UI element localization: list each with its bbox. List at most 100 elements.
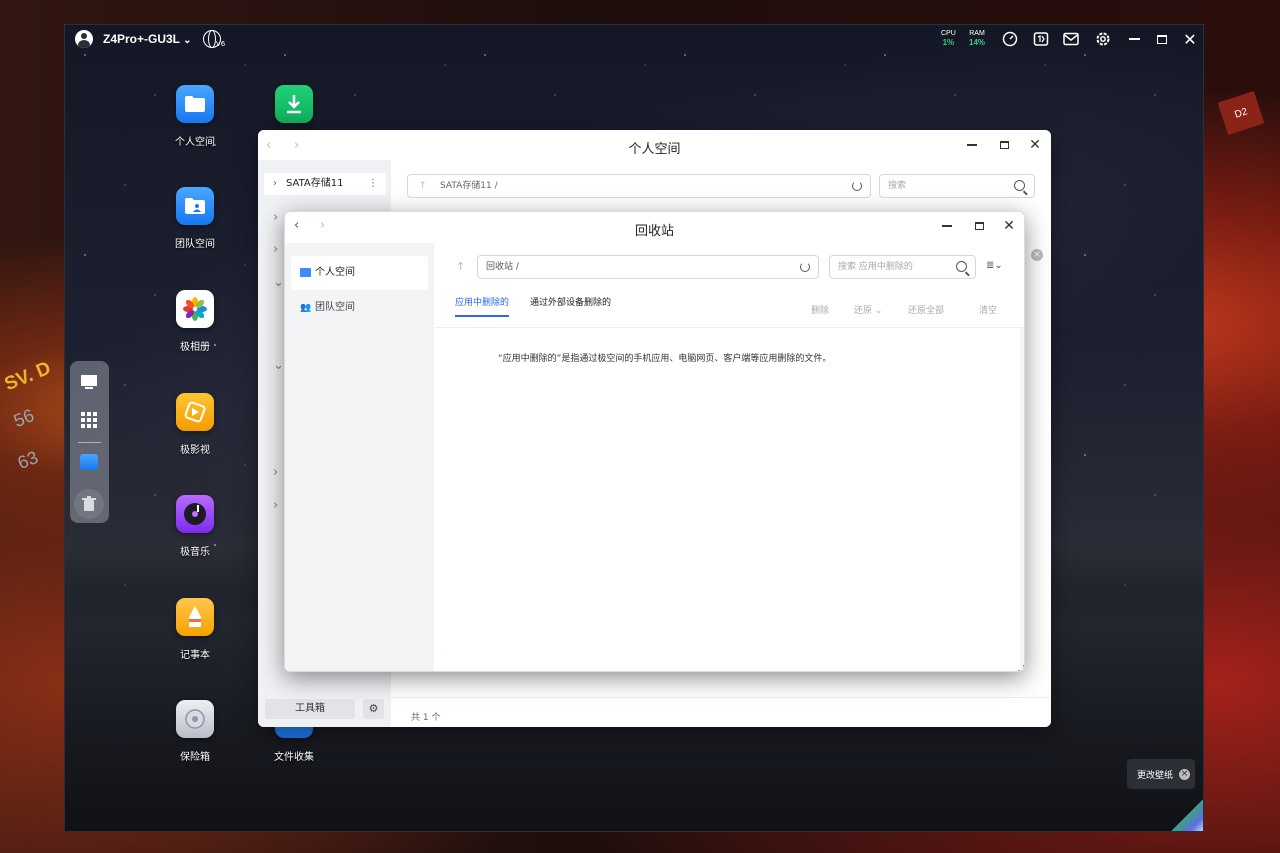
recycle-bin-window: ‹ › 回收站 ✕ 个人空间 👥 团队空间 ↑ 回收站 / 搜索 应用中删除的 … <box>284 211 1025 672</box>
more-icon[interactable]: ⋮ <box>368 173 378 195</box>
folder-icon <box>300 268 311 277</box>
up-arrow-icon[interactable]: ↑ <box>419 175 427 197</box>
path-bar[interactable]: ↑ SATA存储11 / <box>407 174 871 198</box>
gear-icon[interactable] <box>1094 30 1112 48</box>
photos-flower-icon <box>176 290 214 328</box>
search-input[interactable]: 搜索 <box>879 174 1035 198</box>
path-bar[interactable]: 回收站 / <box>477 255 819 279</box>
desktop-icon-team-space[interactable]: 团队空间 <box>155 187 235 250</box>
chevron-right-icon[interactable]: › <box>273 242 278 257</box>
gear-icon: ⚙ <box>368 702 379 715</box>
change-wallpaper-label: 更改壁纸 <box>1137 770 1174 781</box>
chevron-right-icon[interactable]: › <box>273 210 278 225</box>
chevron-right-icon[interactable]: › <box>273 465 278 480</box>
desktop-icon-photos[interactable]: 极相册 <box>155 290 235 353</box>
recycle-sidebar: 个人空间 👥 团队空间 <box>285 243 434 671</box>
apps-grid-icon[interactable] <box>78 409 100 431</box>
ram-stat[interactable]: RAM 14% <box>969 29 985 47</box>
minimize-icon[interactable] <box>962 135 982 155</box>
desktop-icon-label: 团队空间 <box>175 239 215 250</box>
up-arrow-icon[interactable]: ↑ <box>456 260 465 273</box>
settings-button[interactable]: ⚙ <box>363 699 384 719</box>
search-icon[interactable] <box>956 261 967 272</box>
desktop-icon-label: 记事本 <box>180 650 210 661</box>
minimize-icon[interactable] <box>1125 30 1143 48</box>
top-bar: Z4Pro+-GU3L ⌄ V6 CPU 1% RAM 14% ✕ <box>65 25 1203 53</box>
chevron-down-icon[interactable]: ⌄ <box>273 358 284 373</box>
folder-icon[interactable] <box>78 451 100 473</box>
empty-button[interactable]: 清空 <box>979 303 997 316</box>
ram-label: RAM <box>969 30 985 37</box>
desktop-icon-safe[interactable]: 保险箱 <box>155 700 235 763</box>
wallpaper-hud-text: 56 <box>10 405 37 432</box>
refresh-icon[interactable] <box>800 262 810 272</box>
change-wallpaper-tip[interactable]: 更改壁纸 × <box>1127 759 1195 789</box>
wallpaper-page-curl[interactable] <box>1169 797 1203 831</box>
refresh-icon[interactable] <box>852 181 862 191</box>
dock-divider <box>78 442 101 443</box>
search-icon[interactable] <box>1014 180 1025 191</box>
close-tip-icon[interactable]: × <box>1179 768 1191 780</box>
path-text: SATA存储11 / <box>440 181 498 191</box>
close-icon[interactable]: ✕ <box>1181 30 1199 49</box>
desktop-icon-music[interactable]: 极音乐 <box>155 495 235 558</box>
user-avatar[interactable] <box>75 30 93 48</box>
ipv6-label: V6 <box>216 40 226 48</box>
chevron-down-icon[interactable]: ⌄ <box>273 275 284 290</box>
mail-icon[interactable] <box>1062 30 1080 48</box>
desktop-icon-personal-space[interactable]: 个人空间 <box>155 85 235 148</box>
resize-handle-icon[interactable] <box>1018 665 1024 671</box>
item-count: 共 1 个 <box>411 713 441 723</box>
download-icon <box>275 85 313 123</box>
ram-value: 14% <box>969 38 986 47</box>
restore-button[interactable]: 还原 ⌄ <box>854 303 882 316</box>
recycle-main: ↑ 回收站 / 搜索 应用中删除的 ≣⌄ 应用中删除的 通过外部设备删除的 删除… <box>434 243 1024 671</box>
tab-external-deleted[interactable]: 通过外部设备删除的 <box>530 295 611 308</box>
search-input[interactable]: 搜索 应用中删除的 <box>829 255 976 279</box>
sidebar-item-personal-space[interactable]: 个人空间 <box>291 256 428 290</box>
device-name[interactable]: Z4Pro+-GU3L ⌄ <box>103 32 192 46</box>
restore-all-button[interactable]: 还原全部 <box>908 303 944 316</box>
scrollbar-track[interactable] <box>1020 328 1024 671</box>
dashboard-gauge-icon[interactable] <box>1001 30 1019 48</box>
trash-icon[interactable] <box>74 489 104 519</box>
delete-button[interactable]: 删除 <box>811 303 829 316</box>
cpu-label: CPU <box>941 30 956 37</box>
clear-circle-icon[interactable]: × <box>1031 249 1043 261</box>
sidebar-item-team-space[interactable]: 👥 团队空间 <box>291 291 428 325</box>
chevron-down-icon: ⌄ <box>183 35 192 46</box>
tab-app-deleted[interactable]: 应用中删除的 <box>455 295 510 317</box>
empty-description: “应用中删除的”是指通过极空间的手机应用、电脑网页、客户端等应用删除的文件。 <box>498 354 832 364</box>
minimize-icon[interactable] <box>937 216 957 236</box>
desktop-icon-label: 保险箱 <box>180 752 210 763</box>
resource-monitor-icon[interactable] <box>1032 30 1050 48</box>
maximize-icon[interactable] <box>969 216 989 236</box>
desktop-icon-label: 极影视 <box>180 445 210 456</box>
chevron-right-icon[interactable]: › <box>273 498 278 513</box>
notepad-icon <box>176 598 214 636</box>
safe-icon <box>176 700 214 738</box>
maximize-icon[interactable] <box>994 135 1014 155</box>
close-icon[interactable]: ✕ <box>999 216 1019 236</box>
folder-icon <box>176 85 214 123</box>
cpu-stat[interactable]: CPU 1% <box>941 29 956 47</box>
desktop-icon-label: 个人空间 <box>175 137 215 148</box>
sidebar-item-sata[interactable]: › SATA存储11 ⋮ <box>264 173 386 195</box>
desktop-icon-video[interactable]: 极影视 <box>155 393 235 456</box>
wallpaper-hud-text: 63 <box>14 447 41 474</box>
video-icon <box>176 393 214 431</box>
desktop-icon-download[interactable] <box>254 85 334 133</box>
maximize-icon[interactable] <box>1153 30 1171 48</box>
close-icon[interactable]: ✕ <box>1025 135 1045 155</box>
toolbox-button[interactable]: 工具箱 <box>265 699 355 719</box>
desktop-icon[interactable] <box>78 371 100 393</box>
desktop-icon-notepad[interactable]: 记事本 <box>155 598 235 661</box>
team-folder-icon <box>176 187 214 225</box>
divider <box>434 327 1024 328</box>
desktop-icon-label: 极音乐 <box>180 547 210 558</box>
dock <box>70 361 109 523</box>
team-icon: 👥 <box>300 303 312 313</box>
chevron-right-icon: › <box>273 178 277 189</box>
view-mode-icon[interactable]: ≣⌄ <box>986 260 1003 271</box>
music-disc-icon <box>176 495 214 533</box>
